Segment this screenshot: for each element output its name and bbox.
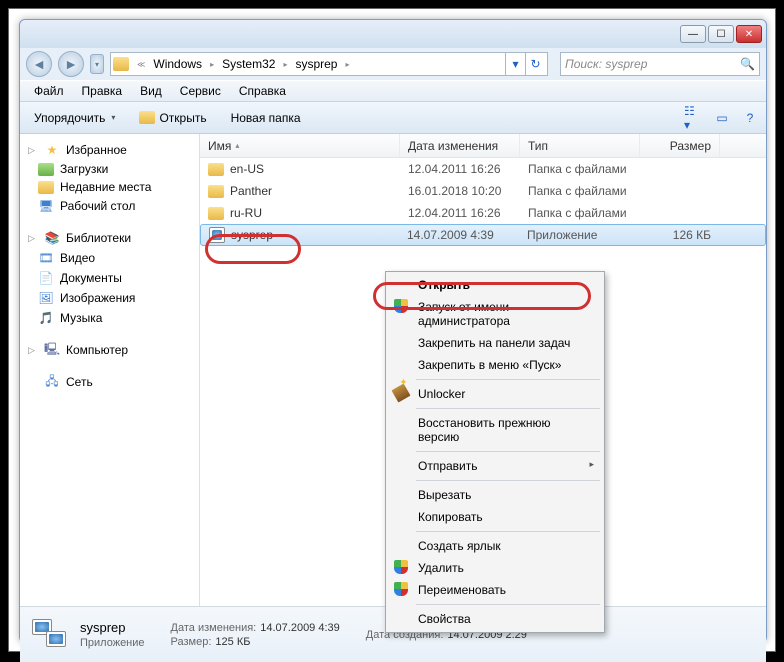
dropdown-icon[interactable]: ▾: [505, 53, 525, 75]
crumb-sysprep[interactable]: sysprep: [291, 57, 341, 71]
ctx-unlocker[interactable]: Unlocker: [388, 383, 602, 405]
recent-icon: [38, 181, 54, 194]
close-button[interactable]: ✕: [736, 25, 762, 43]
minimize-button[interactable]: —: [680, 25, 706, 43]
help-button[interactable]: ?: [740, 108, 760, 128]
open-button[interactable]: Открыть: [131, 108, 214, 128]
libraries-icon: 📚: [44, 230, 60, 246]
details-type: Приложение: [80, 637, 145, 649]
explorer-window: — ☐ ✕ ◄ ► ▾ ≪ Windows ▸ System32 ▸ syspr…: [19, 19, 767, 643]
crumb-windows[interactable]: Windows: [149, 57, 206, 71]
downloads-icon: [38, 163, 54, 176]
computer-icon: 🖳: [44, 342, 60, 358]
menu-bar: Файл Правка Вид Сервис Справка: [20, 80, 766, 102]
sidebar-recent[interactable]: Недавние места: [20, 178, 199, 196]
sidebar-documents[interactable]: 📄Документы: [20, 268, 199, 288]
menu-view[interactable]: Вид: [132, 82, 170, 100]
folder-icon: [208, 185, 224, 198]
ctx-cut[interactable]: Вырезать: [388, 484, 602, 506]
history-dropdown[interactable]: ▾: [90, 54, 104, 74]
shield-icon: [394, 560, 408, 574]
ctx-send-to[interactable]: Отправить: [388, 455, 602, 477]
menu-help[interactable]: Справка: [231, 82, 294, 100]
sidebar-computer[interactable]: ▷🖳Компьютер: [20, 340, 199, 360]
crumb-sep[interactable]: ≪: [133, 60, 149, 69]
ctx-pin-start[interactable]: Закрепить в меню «Пуск»: [388, 354, 602, 376]
sidebar-libraries[interactable]: ▷📚Библиотеки: [20, 228, 199, 248]
sidebar-downloads[interactable]: Загрузки: [20, 160, 199, 178]
search-icon: 🔍: [740, 57, 755, 71]
address-bar[interactable]: ≪ Windows ▸ System32 ▸ sysprep ▸ ▾ ↻: [110, 52, 548, 76]
col-type[interactable]: Тип: [520, 134, 640, 157]
preview-pane-button[interactable]: ▭: [712, 108, 732, 128]
music-icon: 🎵: [38, 310, 54, 326]
sidebar-network[interactable]: 🖧Сеть: [20, 372, 199, 392]
folder-icon: [113, 57, 129, 71]
file-row-sysprep[interactable]: sysprep 14.07.2009 4:39 Приложение 126 К…: [200, 224, 766, 246]
search-box[interactable]: Поиск: sysprep 🔍: [560, 52, 760, 76]
documents-icon: 📄: [38, 270, 54, 286]
titlebar: — ☐ ✕: [20, 20, 766, 48]
ctx-open[interactable]: Открыть: [388, 274, 602, 296]
details-icon: [30, 615, 70, 655]
pictures-icon: 🖼: [38, 290, 54, 306]
sidebar-pictures[interactable]: 🖼Изображения: [20, 288, 199, 308]
details-name: sysprep: [80, 620, 145, 635]
sidebar: ▷★Избранное Загрузки Недавние места 🖥Раб…: [20, 134, 200, 606]
file-row-folder[interactable]: en-US 12.04.2011 16:26 Папка с файлами: [200, 158, 766, 180]
ctx-restore[interactable]: Восстановить прежнюю версию: [388, 412, 602, 448]
shield-icon: [394, 299, 408, 313]
desktop-icon: 🖥: [38, 198, 54, 214]
context-menu: Открыть Запуск от имени администратора З…: [385, 271, 605, 633]
sidebar-desktop[interactable]: 🖥Рабочий стол: [20, 196, 199, 216]
file-row-folder[interactable]: Panther 16.01.2018 10:20 Папка с файлами: [200, 180, 766, 202]
wand-icon: [391, 383, 410, 402]
crumb-sep[interactable]: ▸: [206, 60, 218, 69]
menu-edit[interactable]: Правка: [74, 82, 131, 100]
crumb-sep[interactable]: ▸: [341, 60, 353, 69]
ctx-pin-taskbar[interactable]: Закрепить на панели задач: [388, 332, 602, 354]
column-headers: Имя▴ Дата изменения Тип Размер: [200, 134, 766, 158]
folder-icon: [208, 207, 224, 220]
menu-tools[interactable]: Сервис: [172, 82, 229, 100]
toolbar: Упорядочить Открыть Новая папка ☷ ▾ ▭ ?: [20, 102, 766, 134]
ctx-delete[interactable]: Удалить: [388, 557, 602, 579]
ctx-shortcut[interactable]: Создать ярлык: [388, 535, 602, 557]
col-size[interactable]: Размер: [640, 134, 720, 157]
open-icon: [139, 111, 155, 124]
new-folder-button[interactable]: Новая папка: [223, 108, 309, 128]
back-button[interactable]: ◄: [26, 51, 52, 77]
crumb-system32[interactable]: System32: [218, 57, 279, 71]
shield-icon: [394, 582, 408, 596]
col-date[interactable]: Дата изменения: [400, 134, 520, 157]
sidebar-music[interactable]: 🎵Музыка: [20, 308, 199, 328]
sidebar-favorites[interactable]: ▷★Избранное: [20, 140, 199, 160]
ctx-run-as-admin[interactable]: Запуск от имени администратора: [388, 296, 602, 332]
col-name[interactable]: Имя▴: [200, 134, 400, 157]
network-icon: 🖧: [44, 374, 60, 390]
file-row-folder[interactable]: ru-RU 12.04.2011 16:26 Папка с файлами: [200, 202, 766, 224]
ctx-copy[interactable]: Копировать: [388, 506, 602, 528]
view-mode-button[interactable]: ☷ ▾: [684, 108, 704, 128]
menu-file[interactable]: Файл: [26, 82, 72, 100]
video-icon: 🎞: [38, 250, 54, 266]
outer-frame: — ☐ ✕ ◄ ► ▾ ≪ Windows ▸ System32 ▸ syspr…: [8, 8, 776, 652]
refresh-button[interactable]: ↻: [525, 53, 545, 75]
ctx-rename[interactable]: Переименовать: [388, 579, 602, 601]
organize-button[interactable]: Упорядочить: [26, 108, 123, 128]
maximize-button[interactable]: ☐: [708, 25, 734, 43]
forward-button[interactable]: ►: [58, 51, 84, 77]
sidebar-video[interactable]: 🎞Видео: [20, 248, 199, 268]
ctx-properties[interactable]: Свойства: [388, 608, 602, 630]
search-placeholder: Поиск: sysprep: [565, 57, 647, 71]
nav-bar: ◄ ► ▾ ≪ Windows ▸ System32 ▸ sysprep ▸ ▾…: [20, 48, 766, 80]
folder-icon: [208, 163, 224, 176]
crumb-sep[interactable]: ▸: [279, 60, 291, 69]
star-icon: ★: [44, 142, 60, 158]
application-icon: [209, 227, 225, 243]
